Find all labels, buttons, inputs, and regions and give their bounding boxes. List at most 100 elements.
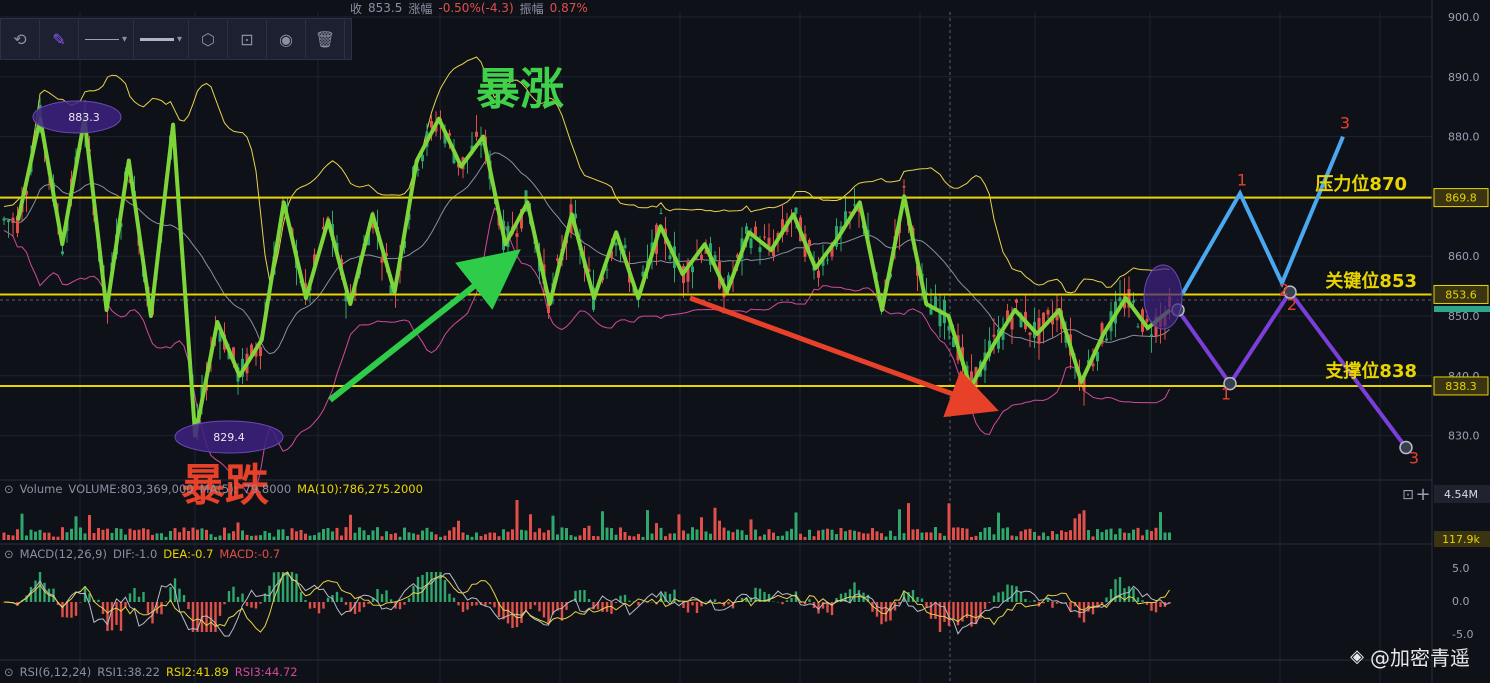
bearish-step-label: 2 bbox=[1287, 295, 1297, 314]
volume-bar bbox=[277, 529, 280, 540]
macd-bar bbox=[587, 599, 591, 602]
volume-bar bbox=[556, 534, 559, 540]
volume-bar bbox=[178, 532, 181, 540]
volume-bar bbox=[785, 531, 789, 540]
macd-bar bbox=[686, 602, 690, 613]
macd-bar bbox=[1159, 602, 1162, 607]
macd-dif-line bbox=[3, 572, 1170, 637]
volume-bar bbox=[209, 534, 213, 540]
macd-bar bbox=[1064, 602, 1068, 603]
volume-bar bbox=[164, 536, 168, 540]
volume-bar bbox=[794, 512, 798, 540]
lock-icon[interactable]: ⊡ bbox=[228, 20, 267, 58]
macd-bar bbox=[317, 602, 321, 614]
eye-icon[interactable]: ◉ bbox=[267, 20, 306, 58]
macd-bar bbox=[925, 602, 928, 608]
volume-bar bbox=[7, 534, 10, 540]
volume-bar bbox=[632, 536, 636, 540]
pen-icon[interactable]: ✎ bbox=[40, 20, 79, 58]
volume-bar bbox=[974, 535, 978, 540]
volume-bar bbox=[961, 528, 964, 540]
volume-bar bbox=[155, 533, 159, 540]
volume-bar bbox=[709, 533, 712, 540]
volume-bar bbox=[268, 532, 271, 540]
volume-bar bbox=[421, 530, 424, 540]
volume-max-label: 4.54M bbox=[1444, 488, 1478, 501]
volume-bar bbox=[767, 529, 771, 540]
macd-bar bbox=[367, 602, 370, 604]
lock-refresh-icon[interactable]: ⟲ bbox=[1, 20, 40, 58]
volume-bar bbox=[1145, 529, 1149, 540]
volume-bar bbox=[146, 529, 150, 540]
line-width-icon[interactable]: ▾ bbox=[134, 20, 189, 58]
volume-bar bbox=[245, 534, 249, 540]
macd-bar bbox=[146, 602, 150, 614]
volume-bar bbox=[988, 527, 991, 540]
volume-bar bbox=[344, 527, 348, 540]
collapse-icon[interactable]: ⊙ bbox=[4, 482, 14, 496]
volume-bar bbox=[101, 529, 105, 540]
macd-bar bbox=[362, 602, 366, 608]
volume-bar bbox=[745, 534, 748, 540]
candle-body bbox=[1046, 309, 1050, 315]
volume-bar bbox=[1042, 532, 1045, 540]
price-tick: 890.0 bbox=[1448, 71, 1480, 84]
volume-bar bbox=[529, 514, 532, 540]
volume-bar bbox=[1091, 536, 1095, 540]
volume-bar bbox=[551, 515, 555, 540]
volume-bar bbox=[200, 528, 204, 540]
macd-bar bbox=[542, 602, 546, 618]
volume-bar bbox=[466, 534, 469, 540]
volume-bar bbox=[943, 535, 946, 540]
macd-bar bbox=[452, 597, 456, 602]
macd-bar bbox=[434, 572, 438, 602]
line-style-icon[interactable]: ▾ bbox=[79, 20, 134, 58]
volume-bar bbox=[830, 529, 834, 540]
volume-bar bbox=[214, 536, 217, 540]
volume-bar bbox=[1087, 530, 1090, 540]
volume-bar bbox=[191, 527, 195, 540]
trash-icon[interactable]: 🗑 bbox=[306, 20, 345, 58]
volume-bar bbox=[1136, 527, 1140, 540]
volume-bar bbox=[596, 536, 600, 540]
macd-bar bbox=[304, 600, 307, 602]
macd-bar bbox=[1118, 577, 1122, 602]
macd-header: ⊙ MACD(12,26,9) DIF:-1.0 DEA:-0.7 MACD:-… bbox=[4, 547, 280, 561]
macd-bar bbox=[191, 602, 195, 632]
candle-body bbox=[605, 269, 609, 271]
candle-body bbox=[749, 238, 753, 249]
volume-bar bbox=[308, 535, 312, 540]
volume-bar bbox=[916, 529, 919, 540]
macd-bar bbox=[1132, 588, 1135, 602]
volume-bar bbox=[821, 529, 825, 540]
macd-bar bbox=[187, 602, 190, 610]
settings-icon[interactable]: ⬡ bbox=[189, 20, 228, 58]
candle-body bbox=[7, 220, 10, 223]
volume-bar bbox=[875, 531, 879, 540]
macd-bar bbox=[790, 597, 793, 602]
price-chart[interactable]: 123123 883.3 829.4 暴涨 暴跌 压力位870 关键位853 支… bbox=[0, 0, 1490, 683]
macd-bar bbox=[997, 592, 1000, 602]
binance-logo-icon: ◈ bbox=[1350, 646, 1364, 667]
rsi-bell-icon[interactable]: ⊙ bbox=[4, 665, 14, 679]
macd-bar bbox=[691, 602, 694, 606]
volume-bar bbox=[286, 536, 289, 540]
axis-background bbox=[1432, 0, 1490, 683]
volume-bar bbox=[1127, 533, 1131, 540]
volume-bar bbox=[124, 534, 127, 540]
volume-bar bbox=[394, 533, 397, 540]
macd-bar bbox=[178, 588, 181, 602]
volume-bar bbox=[884, 536, 888, 540]
macd-bar bbox=[245, 602, 249, 607]
close-label: 收 bbox=[350, 1, 363, 16]
volume-bar bbox=[835, 534, 838, 540]
macd-bar bbox=[475, 602, 478, 606]
macd-bell-icon[interactable]: ⊙ bbox=[4, 547, 14, 561]
volume-bar bbox=[1100, 532, 1104, 540]
macd-bar bbox=[254, 602, 258, 609]
volume-bar bbox=[403, 527, 406, 540]
volume-bar bbox=[223, 527, 226, 540]
volume-bar bbox=[2, 532, 6, 540]
volume-bar bbox=[263, 531, 267, 540]
volume-bar bbox=[79, 527, 82, 540]
